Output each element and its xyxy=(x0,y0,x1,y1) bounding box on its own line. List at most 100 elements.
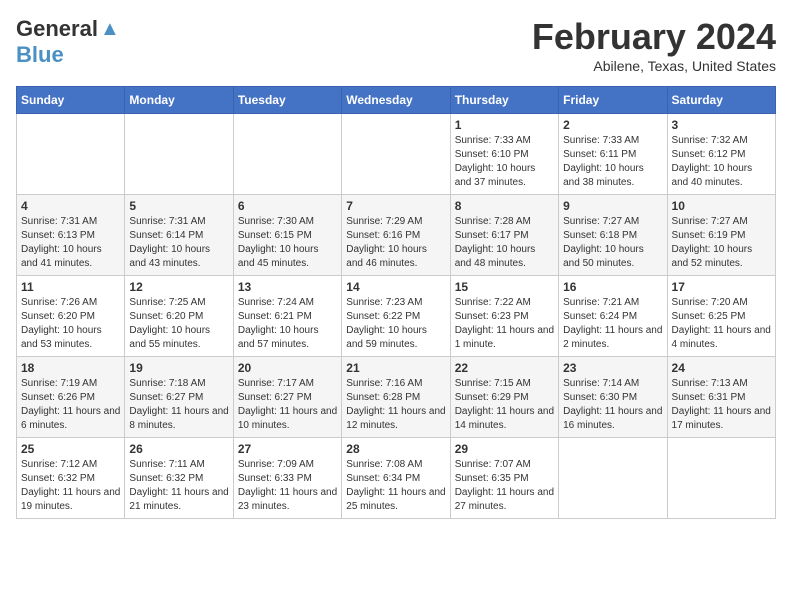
calendar-week-row: 1 Sunrise: 7:33 AMSunset: 6:10 PMDayligh… xyxy=(17,114,776,195)
day-info: Sunrise: 7:08 AMSunset: 6:34 PMDaylight:… xyxy=(346,458,445,514)
calendar-cell: 18 Sunrise: 7:19 AMSunset: 6:26 PMDaylig… xyxy=(17,357,125,438)
calendar-header-row: SundayMondayTuesdayWednesdayThursdayFrid… xyxy=(17,87,776,114)
day-info: Sunrise: 7:20 AMSunset: 6:25 PMDaylight:… xyxy=(672,296,771,352)
day-info: Sunrise: 7:13 AMSunset: 6:31 PMDaylight:… xyxy=(672,377,771,433)
day-number: 5 xyxy=(129,199,228,213)
day-number: 1 xyxy=(455,118,554,132)
day-info: Sunrise: 7:26 AMSunset: 6:20 PMDaylight:… xyxy=(21,296,120,352)
calendar-cell: 27 Sunrise: 7:09 AMSunset: 6:33 PMDaylig… xyxy=(233,438,341,519)
calendar-cell: 6 Sunrise: 7:30 AMSunset: 6:15 PMDayligh… xyxy=(233,195,341,276)
day-info: Sunrise: 7:27 AMSunset: 6:18 PMDaylight:… xyxy=(563,215,662,271)
calendar-week-row: 4 Sunrise: 7:31 AMSunset: 6:13 PMDayligh… xyxy=(17,195,776,276)
day-info: Sunrise: 7:09 AMSunset: 6:33 PMDaylight:… xyxy=(238,458,337,514)
calendar-cell: 22 Sunrise: 7:15 AMSunset: 6:29 PMDaylig… xyxy=(450,357,558,438)
day-info: Sunrise: 7:19 AMSunset: 6:26 PMDaylight:… xyxy=(21,377,120,433)
day-number: 11 xyxy=(21,280,120,294)
day-info: Sunrise: 7:24 AMSunset: 6:21 PMDaylight:… xyxy=(238,296,337,352)
calendar-week-row: 25 Sunrise: 7:12 AMSunset: 6:32 PMDaylig… xyxy=(17,438,776,519)
day-number: 7 xyxy=(346,199,445,213)
day-info: Sunrise: 7:15 AMSunset: 6:29 PMDaylight:… xyxy=(455,377,554,433)
calendar-cell: 24 Sunrise: 7:13 AMSunset: 6:31 PMDaylig… xyxy=(667,357,775,438)
calendar-cell: 10 Sunrise: 7:27 AMSunset: 6:19 PMDaylig… xyxy=(667,195,775,276)
day-info: Sunrise: 7:27 AMSunset: 6:19 PMDaylight:… xyxy=(672,215,771,271)
page-header: General ▲ Blue February 2024 Abilene, Te… xyxy=(16,16,776,74)
day-number: 20 xyxy=(238,361,337,375)
calendar-cell: 28 Sunrise: 7:08 AMSunset: 6:34 PMDaylig… xyxy=(342,438,450,519)
calendar-cell: 25 Sunrise: 7:12 AMSunset: 6:32 PMDaylig… xyxy=(17,438,125,519)
calendar-cell: 12 Sunrise: 7:25 AMSunset: 6:20 PMDaylig… xyxy=(125,276,233,357)
calendar-cell: 11 Sunrise: 7:26 AMSunset: 6:20 PMDaylig… xyxy=(17,276,125,357)
day-number: 18 xyxy=(21,361,120,375)
day-info: Sunrise: 7:33 AMSunset: 6:11 PMDaylight:… xyxy=(563,134,662,190)
day-number: 24 xyxy=(672,361,771,375)
calendar-body: 1 Sunrise: 7:33 AMSunset: 6:10 PMDayligh… xyxy=(17,114,776,519)
calendar-day-header: Saturday xyxy=(667,87,775,114)
calendar-cell xyxy=(17,114,125,195)
calendar-cell: 23 Sunrise: 7:14 AMSunset: 6:30 PMDaylig… xyxy=(559,357,667,438)
calendar-cell: 9 Sunrise: 7:27 AMSunset: 6:18 PMDayligh… xyxy=(559,195,667,276)
day-info: Sunrise: 7:22 AMSunset: 6:23 PMDaylight:… xyxy=(455,296,554,352)
day-number: 28 xyxy=(346,442,445,456)
day-info: Sunrise: 7:31 AMSunset: 6:14 PMDaylight:… xyxy=(129,215,228,271)
day-info: Sunrise: 7:23 AMSunset: 6:22 PMDaylight:… xyxy=(346,296,445,352)
day-number: 6 xyxy=(238,199,337,213)
calendar-cell xyxy=(559,438,667,519)
logo: General ▲ Blue xyxy=(16,16,120,68)
day-number: 10 xyxy=(672,199,771,213)
day-number: 29 xyxy=(455,442,554,456)
calendar-week-row: 18 Sunrise: 7:19 AMSunset: 6:26 PMDaylig… xyxy=(17,357,776,438)
calendar-cell: 29 Sunrise: 7:07 AMSunset: 6:35 PMDaylig… xyxy=(450,438,558,519)
logo-general: General xyxy=(16,16,98,42)
day-info: Sunrise: 7:30 AMSunset: 6:15 PMDaylight:… xyxy=(238,215,337,271)
calendar-day-header: Wednesday xyxy=(342,87,450,114)
day-info: Sunrise: 7:14 AMSunset: 6:30 PMDaylight:… xyxy=(563,377,662,433)
calendar-cell xyxy=(233,114,341,195)
calendar-cell: 3 Sunrise: 7:32 AMSunset: 6:12 PMDayligh… xyxy=(667,114,775,195)
day-info: Sunrise: 7:31 AMSunset: 6:13 PMDaylight:… xyxy=(21,215,120,271)
calendar-cell: 7 Sunrise: 7:29 AMSunset: 6:16 PMDayligh… xyxy=(342,195,450,276)
logo-bird-icon: ▲ xyxy=(100,18,120,41)
calendar-cell xyxy=(342,114,450,195)
calendar-week-row: 11 Sunrise: 7:26 AMSunset: 6:20 PMDaylig… xyxy=(17,276,776,357)
day-info: Sunrise: 7:18 AMSunset: 6:27 PMDaylight:… xyxy=(129,377,228,433)
day-number: 27 xyxy=(238,442,337,456)
main-title: February 2024 xyxy=(532,16,776,58)
day-number: 9 xyxy=(563,199,662,213)
day-number: 17 xyxy=(672,280,771,294)
day-info: Sunrise: 7:32 AMSunset: 6:12 PMDaylight:… xyxy=(672,134,771,190)
logo-blue-text: Blue xyxy=(16,42,64,67)
calendar-cell: 15 Sunrise: 7:22 AMSunset: 6:23 PMDaylig… xyxy=(450,276,558,357)
day-number: 12 xyxy=(129,280,228,294)
calendar-table: SundayMondayTuesdayWednesdayThursdayFrid… xyxy=(16,86,776,519)
calendar-day-header: Tuesday xyxy=(233,87,341,114)
calendar-day-header: Monday xyxy=(125,87,233,114)
day-info: Sunrise: 7:21 AMSunset: 6:24 PMDaylight:… xyxy=(563,296,662,352)
calendar-cell: 20 Sunrise: 7:17 AMSunset: 6:27 PMDaylig… xyxy=(233,357,341,438)
calendar-cell: 8 Sunrise: 7:28 AMSunset: 6:17 PMDayligh… xyxy=(450,195,558,276)
calendar-day-header: Thursday xyxy=(450,87,558,114)
day-number: 15 xyxy=(455,280,554,294)
calendar-cell xyxy=(125,114,233,195)
day-info: Sunrise: 7:29 AMSunset: 6:16 PMDaylight:… xyxy=(346,215,445,271)
day-info: Sunrise: 7:12 AMSunset: 6:32 PMDaylight:… xyxy=(21,458,120,514)
calendar-cell xyxy=(667,438,775,519)
day-number: 19 xyxy=(129,361,228,375)
calendar-cell: 14 Sunrise: 7:23 AMSunset: 6:22 PMDaylig… xyxy=(342,276,450,357)
day-info: Sunrise: 7:28 AMSunset: 6:17 PMDaylight:… xyxy=(455,215,554,271)
calendar-cell: 2 Sunrise: 7:33 AMSunset: 6:11 PMDayligh… xyxy=(559,114,667,195)
day-number: 25 xyxy=(21,442,120,456)
calendar-cell: 1 Sunrise: 7:33 AMSunset: 6:10 PMDayligh… xyxy=(450,114,558,195)
day-info: Sunrise: 7:17 AMSunset: 6:27 PMDaylight:… xyxy=(238,377,337,433)
day-number: 26 xyxy=(129,442,228,456)
day-info: Sunrise: 7:33 AMSunset: 6:10 PMDaylight:… xyxy=(455,134,554,190)
day-info: Sunrise: 7:16 AMSunset: 6:28 PMDaylight:… xyxy=(346,377,445,433)
day-number: 2 xyxy=(563,118,662,132)
calendar-cell: 17 Sunrise: 7:20 AMSunset: 6:25 PMDaylig… xyxy=(667,276,775,357)
day-number: 23 xyxy=(563,361,662,375)
calendar-cell: 4 Sunrise: 7:31 AMSunset: 6:13 PMDayligh… xyxy=(17,195,125,276)
day-number: 4 xyxy=(21,199,120,213)
day-info: Sunrise: 7:07 AMSunset: 6:35 PMDaylight:… xyxy=(455,458,554,514)
subtitle: Abilene, Texas, United States xyxy=(532,58,776,74)
day-number: 14 xyxy=(346,280,445,294)
day-number: 16 xyxy=(563,280,662,294)
